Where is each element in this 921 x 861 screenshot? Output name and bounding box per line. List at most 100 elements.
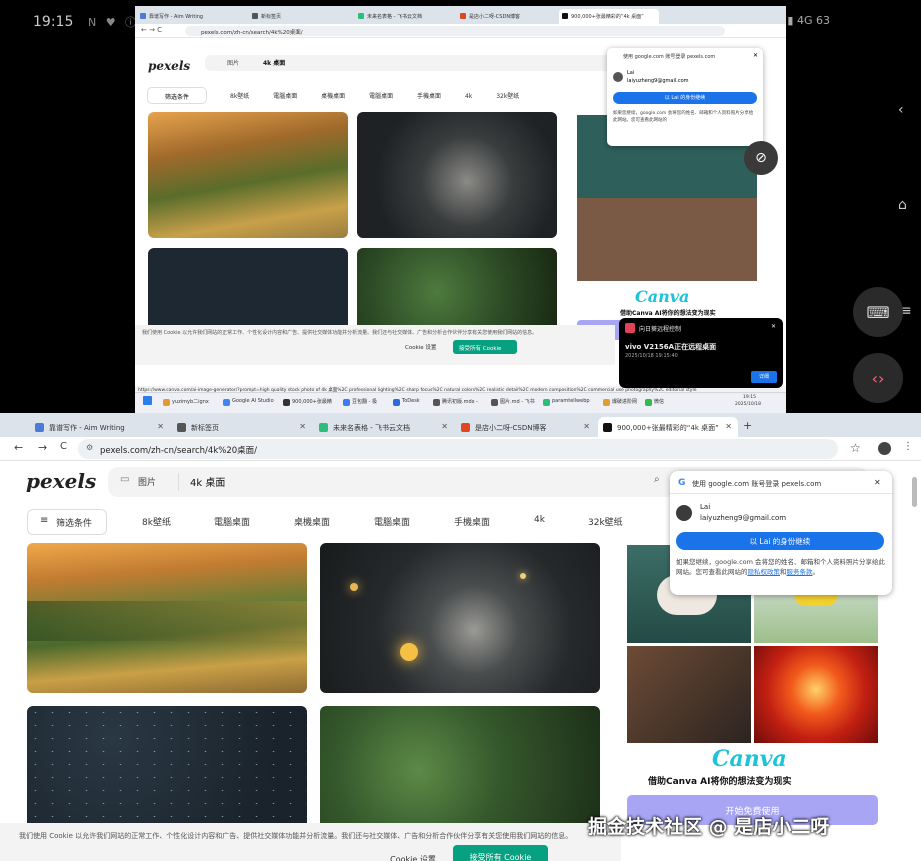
mini-tab[interactable]: 是店小二呀-CSDN博客	[457, 9, 557, 24]
phone-screen: 19:15 N ♥ ⓘ · ⚙ ⚙ ⊘ ▮ 4G 63 靠谱写作 - Aim W…	[0, 0, 921, 413]
tab-favicon	[252, 13, 258, 19]
category-4k[interactable]: 4k	[534, 515, 545, 525]
mini-tab[interactable]: 靠谱写作 - Aim Writing	[137, 9, 247, 24]
code-icon[interactable]: ‹›	[853, 353, 903, 403]
reload-button[interactable]: C	[60, 441, 67, 452]
tab-favicon	[358, 13, 364, 19]
ad-tile-dashboard	[627, 646, 751, 743]
close-icon[interactable]: ✕	[725, 422, 732, 431]
account-email: laiyuzheng9@gmail.com	[700, 514, 787, 522]
mini-cookie-bar: 我们使用 Cookie 以允许我们网站的正常工作、个性化设计内容和广告、提供社交…	[135, 325, 615, 365]
mini-photo-hills[interactable]	[148, 112, 348, 238]
tab-favicon	[603, 423, 612, 432]
cookie-settings-button[interactable]: Cookie 设置	[381, 848, 445, 861]
search-input[interactable]: 4k 桌面	[190, 474, 225, 489]
mini-photo-bulb[interactable]	[357, 112, 557, 238]
close-icon[interactable]: ✕	[157, 422, 164, 431]
bokeh	[350, 583, 358, 591]
mini-ad-tagline: 借助Canva AI将你的想法变为现实	[620, 310, 716, 317]
back-icon[interactable]: ‹	[898, 102, 904, 118]
tab-strip: 靠谱写作 - Aim Writing ✕ 新标签页 ✕ 未来名表格 - 飞书云文档 ✕…	[0, 413, 921, 437]
scrollbar-thumb[interactable]	[912, 477, 917, 507]
google-icon: G	[678, 478, 686, 488]
mini-notification: 向日葵远程控制 ✕ vivo V2156A正在远程桌面 2025/10/18 1…	[619, 318, 783, 388]
tab-favicon	[35, 423, 44, 432]
mini-categories[interactable]: 8k壁纸 電腦桌面 桌機桌面 電腦桌面 手機桌面 4k 32k壁纸	[230, 91, 519, 100]
mini-tab[interactable]: 新标签页	[249, 9, 353, 24]
category-desktop-wallpaper[interactable]: 桌機桌面	[294, 515, 330, 528]
keyboard-icon[interactable]: ⌨	[853, 287, 903, 337]
remote-desktop-view[interactable]: 靠谱写作 - Aim Writing 新标签页 未来名表格 - 飞书云文档 是店…	[135, 6, 786, 413]
mini-url[interactable]: pexels.com/zh-cn/search/4k%20桌面/	[185, 26, 725, 36]
url-field[interactable]: ⚙ pexels.com/zh-cn/search/4k%20桌面/	[78, 439, 838, 459]
tab-aim-writing[interactable]: 靠谱写作 - Aim Writing ✕	[30, 417, 170, 437]
mini-tab-active[interactable]: 900,000+张最精彩的“4k 桌面”	[559, 9, 659, 24]
account-name: Lai	[700, 503, 711, 511]
close-icon[interactable]: ✕	[583, 422, 590, 431]
mini-ad-brand: Canva	[635, 287, 690, 306]
mini-search[interactable]: 图片 4k 桌面	[205, 55, 675, 71]
mini-site: pexels 图片 4k 桌面 筛选条件 8k壁纸 電腦桌面 桌機桌面 電腦桌面…	[135, 39, 786, 365]
close-icon[interactable]: ✕	[874, 478, 881, 487]
tab-favicon	[460, 13, 466, 19]
category-pc-desktop[interactable]: 電腦桌面	[374, 515, 410, 528]
mini-google-popup: 使用 google.com 账号登录 pexels.com ✕ Lai laiy…	[607, 48, 763, 146]
category-mobile-desktop[interactable]: 手機桌面	[454, 515, 490, 528]
canva-logo: Canva	[712, 746, 787, 772]
mini-floating-icon[interactable]: ⊘	[744, 141, 778, 175]
ad-tagline: 借助Canva AI将你的想法变为现实	[648, 777, 792, 787]
back-button[interactable]: ←	[14, 441, 23, 454]
tab-pexels-active[interactable]: 900,000+张最精彩的“4k 桌面” ✕	[598, 417, 738, 437]
bokeh	[520, 573, 526, 579]
profile-avatar[interactable]	[878, 442, 891, 455]
close-icon[interactable]: ✕	[441, 422, 448, 431]
bokeh	[400, 643, 418, 661]
avatar	[676, 505, 692, 521]
tab-new-tab[interactable]: 新标签页 ✕	[172, 417, 312, 437]
privacy-link[interactable]: 隐私权政策	[748, 568, 781, 576]
forward-button[interactable]: →	[38, 441, 47, 454]
mini-logo[interactable]: pexels	[148, 59, 190, 73]
tab-favicon	[461, 423, 470, 432]
search-type-select[interactable]: 图片	[138, 475, 156, 488]
popup-title: 使用 google.com 账号登录 pexels.com	[692, 480, 822, 488]
category-8k[interactable]: 8k壁纸	[142, 515, 171, 528]
screen: 19:15 N ♥ ⓘ · ⚙ ⚙ ⊘ ▮ 4G 63 靠谱写作 - Aim W…	[0, 0, 921, 861]
site-logo[interactable]: pexels	[26, 469, 96, 493]
ad-tile-sunset	[754, 646, 878, 743]
mini-filter-button[interactable]: 筛选条件	[147, 87, 207, 104]
popup-divider	[670, 493, 892, 494]
more-menu-icon[interactable]: ⋮	[903, 441, 913, 452]
taskbar-clock-time: 19:15	[743, 395, 756, 400]
search-divider	[178, 473, 179, 491]
start-icon[interactable]	[143, 396, 152, 405]
mini-tab[interactable]: 未来名表格 - 飞书云文档	[355, 9, 455, 24]
photo-hills[interactable]	[27, 543, 307, 693]
site-info-icon[interactable]: ⚙	[86, 443, 93, 452]
mini-taskbar: yuzimyb二ignx Google AI Studio 900,000+张最…	[135, 392, 786, 413]
bookmark-star-icon[interactable]: ☆	[850, 441, 861, 455]
category-32k[interactable]: 32k壁纸	[588, 515, 623, 528]
fine-print: 如果您继续，google.com 会将您的姓名、邮箱和个人资料照片分享给此网站。…	[676, 558, 886, 576]
close-icon[interactable]: ✕	[299, 422, 306, 431]
cookie-banner: 我们使用 Cookie 以允许我们网站的正常工作、个性化设计内容和广告、提供社交…	[0, 823, 621, 861]
mini-nav-buttons[interactable]: ← → C	[141, 26, 162, 34]
tab-favicon	[140, 13, 146, 19]
tab-feishu[interactable]: 未来名表格 - 飞书云文档 ✕	[314, 417, 454, 437]
terms-link[interactable]: 服务条款	[787, 568, 813, 576]
category-computer-desktop[interactable]: 電腦桌面	[214, 515, 250, 528]
cookie-text: 我们使用 Cookie 以允许我们网站的正常工作、个性化设计内容和广告、提供社交…	[19, 832, 573, 840]
home-icon[interactable]: ⌂	[898, 197, 907, 213]
taskbar-clock-date: 2025/10/18	[735, 402, 761, 407]
continue-as-button[interactable]: 以 Lai 的身份继续	[676, 532, 884, 550]
photo-bulb[interactable]	[320, 543, 600, 693]
mini-address-bar: ← → C pexels.com/zh-cn/search/4k%20桌面/	[135, 24, 786, 38]
phone-clock: 19:15	[33, 14, 74, 30]
tab-favicon	[319, 423, 328, 432]
filter-button[interactable]: ≡ 筛选条件	[27, 509, 107, 535]
hills-shade	[27, 601, 307, 641]
search-icon[interactable]: ⌕	[654, 474, 660, 485]
new-tab-button[interactable]: +	[743, 419, 752, 432]
accept-cookies-button[interactable]: 接受所有 Cookie	[453, 845, 548, 861]
tab-csdn[interactable]: 是店小二呀-CSDN博客 ✕	[456, 417, 596, 437]
